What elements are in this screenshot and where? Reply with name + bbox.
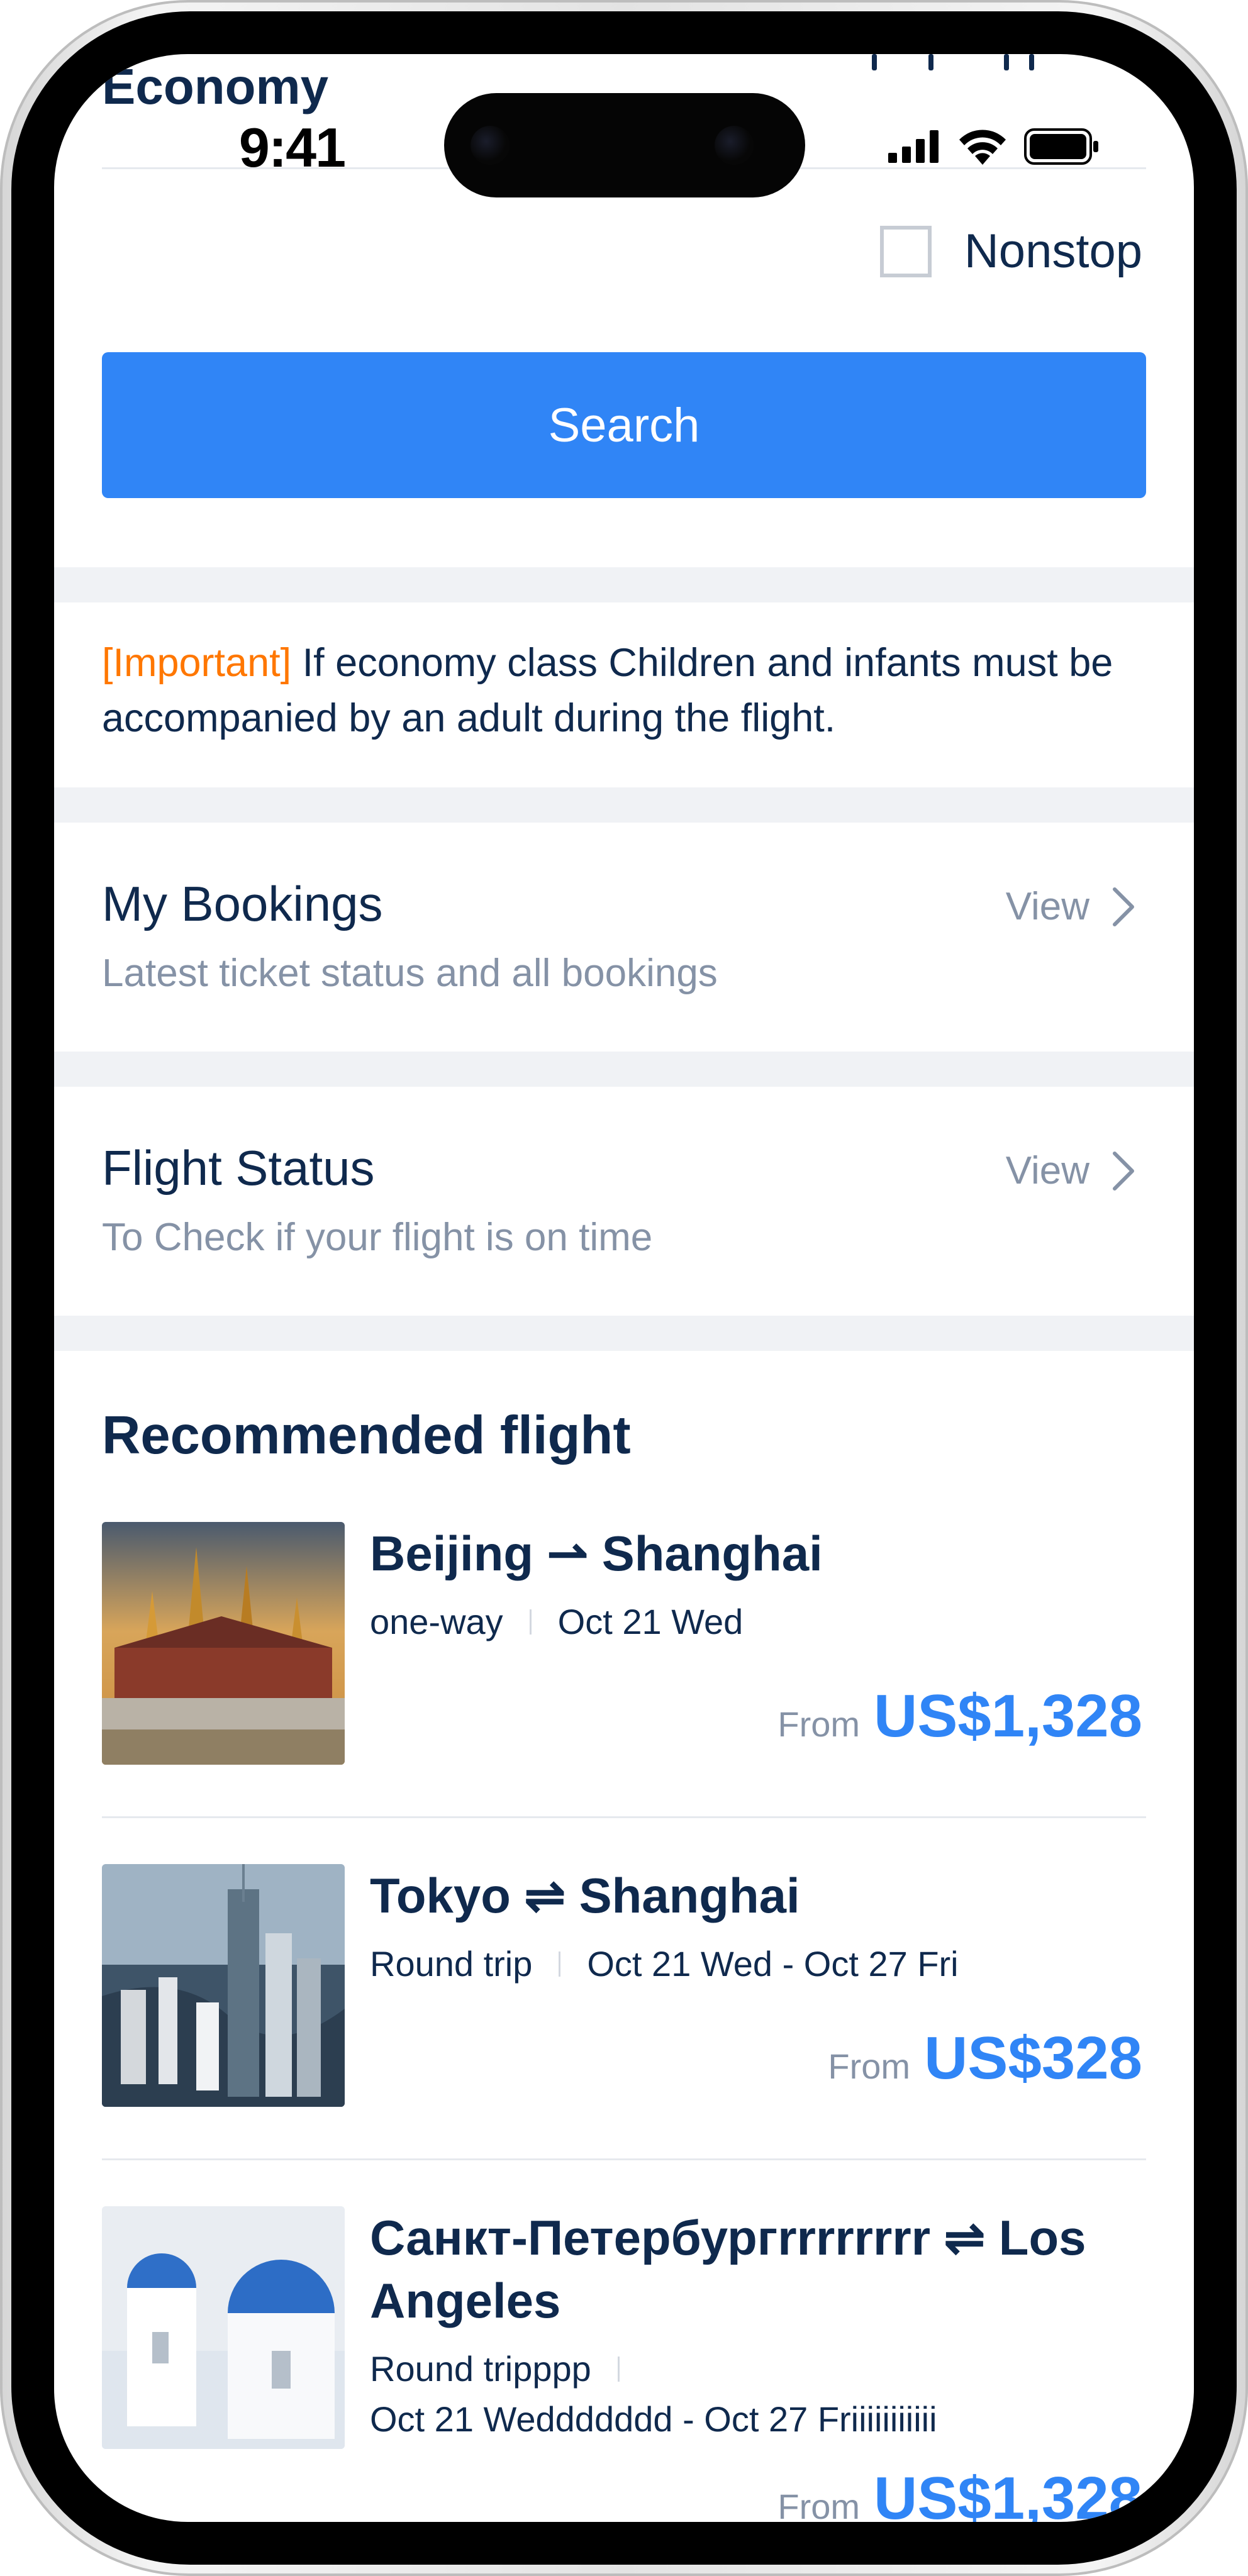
cellular-signal-icon: [888, 130, 939, 163]
price-amount: US$1,328: [874, 2465, 1142, 2522]
from-label: From: [777, 2487, 861, 2522]
wifi-icon: [959, 130, 1006, 165]
my-bookings-card[interactable]: My Bookings Latest ticket status and all…: [102, 875, 1146, 1001]
price-amount: US$1,328: [874, 1682, 1142, 1750]
flight-destination-image: [102, 2206, 345, 2449]
from-label: From: [777, 1704, 861, 1744]
flight-divider: [102, 2158, 1146, 2160]
flight-status-title: Flight Status: [102, 1140, 375, 1196]
cabin-class-value[interactable]: Economy: [102, 58, 328, 116]
flight-destination-image: [102, 1522, 345, 1765]
trip-type: Round tripppp: [370, 2349, 591, 2389]
recommended-flight-title: Recommended flight: [102, 1406, 631, 1465]
dynamic-island: [444, 93, 805, 197]
trip-type: one-way: [370, 1602, 503, 1641]
flight-price: From US$328: [828, 2024, 1142, 2093]
from-label: From: [828, 2046, 911, 2086]
trip-dates: Oct 21 Wed: [557, 1602, 744, 1641]
status-icons: [888, 125, 1100, 169]
section-gap: [54, 1052, 1194, 1087]
flight-status-card[interactable]: Flight Status To Check if your flight is…: [102, 1140, 1146, 1265]
section-gap: [54, 787, 1194, 823]
trip-dates: Oct 21 Weddddddd - Oct 27 Friiiiiiiiiii: [370, 2399, 937, 2439]
flight-card-tokyo-shanghai[interactable]: Tokyo ⇌ Shanghai Round trip Oct 21 Wed -…: [102, 1864, 1146, 2128]
flight-card-beijing-shanghai[interactable]: Beijing ⇀ Shanghai one-way Oct 21 Wed Fr…: [102, 1522, 1146, 1786]
skyline-image: [102, 1864, 345, 2107]
flight-destination-image: [102, 1864, 345, 2107]
my-bookings-subtitle: Latest ticket status and all bookings: [102, 952, 718, 995]
flight-meta: Round tripppp: [370, 2348, 646, 2389]
trip-type: Round trip: [370, 1944, 533, 1984]
flight-route: Beijing ⇀ Shanghai: [370, 1526, 823, 1581]
flight-route: Tokyo ⇌ Shanghai: [370, 1868, 800, 1923]
my-bookings-title: My Bookings: [102, 876, 383, 931]
view-label: View: [1005, 1149, 1089, 1192]
battery-icon: [1024, 128, 1098, 165]
flight-meta: Round trip Oct 21 Wed - Oct 27 Fri: [370, 1943, 959, 1984]
nonstop-toggle[interactable]: Nonstop: [879, 224, 1142, 279]
my-bookings-view-link[interactable]: View: [1006, 884, 1135, 929]
flight-status-subtitle: To Check if your flight is on time: [102, 1216, 653, 1259]
scrolled-header-marks: [822, 54, 1086, 73]
device-mockup: Economy 9:41 Nonstop Search [Important] …: [0, 0, 1248, 2576]
flight-divider: [102, 1816, 1146, 1818]
flight-meta: one-way Oct 21 Wed: [370, 1601, 743, 1642]
flight-price: From US$1,328: [777, 1682, 1142, 1751]
meta-separator: [617, 2356, 620, 2382]
status-time: 9:41: [238, 116, 346, 179]
flight-card-st-petersburg-los-angeles[interactable]: Санкт-Петербургrrrrrrrr ⇌ Los Angeles Ro…: [102, 2206, 1146, 2522]
flight-meta-dates: Oct 21 Weddddddd - Oct 27 Friiiiiiiiiii: [370, 2399, 937, 2440]
chevron-right-icon: [1113, 887, 1134, 926]
chevron-right-icon: [1113, 1151, 1134, 1191]
meta-separator: [559, 1951, 561, 1977]
santorini-image: [102, 2206, 345, 2449]
trip-dates: Oct 21 Wed - Oct 27 Fri: [587, 1944, 959, 1984]
section-gap: [54, 567, 1194, 602]
important-notice: [Important] If economy class Children an…: [102, 635, 1159, 746]
nonstop-label: Nonstop: [964, 225, 1142, 278]
flight-status-view-link[interactable]: View: [1006, 1148, 1135, 1193]
nonstop-checkbox[interactable]: [879, 225, 932, 277]
sensor-icon: [471, 126, 510, 165]
search-button[interactable]: Search: [102, 352, 1146, 498]
flight-price: From US$1,328: [777, 2464, 1142, 2522]
price-amount: US$328: [924, 2024, 1142, 2092]
meta-separator: [529, 1609, 532, 1635]
flight-route: Санкт-Петербургrrrrrrrr ⇌ Los Angeles: [370, 2210, 1086, 2328]
section-gap: [54, 1316, 1194, 1351]
camera-icon: [715, 126, 754, 165]
view-label: View: [1005, 885, 1089, 928]
temple-image: [102, 1522, 345, 1765]
important-tag: [Important]: [102, 641, 292, 685]
app-screen: Economy 9:41 Nonstop Search [Important] …: [54, 54, 1194, 2522]
